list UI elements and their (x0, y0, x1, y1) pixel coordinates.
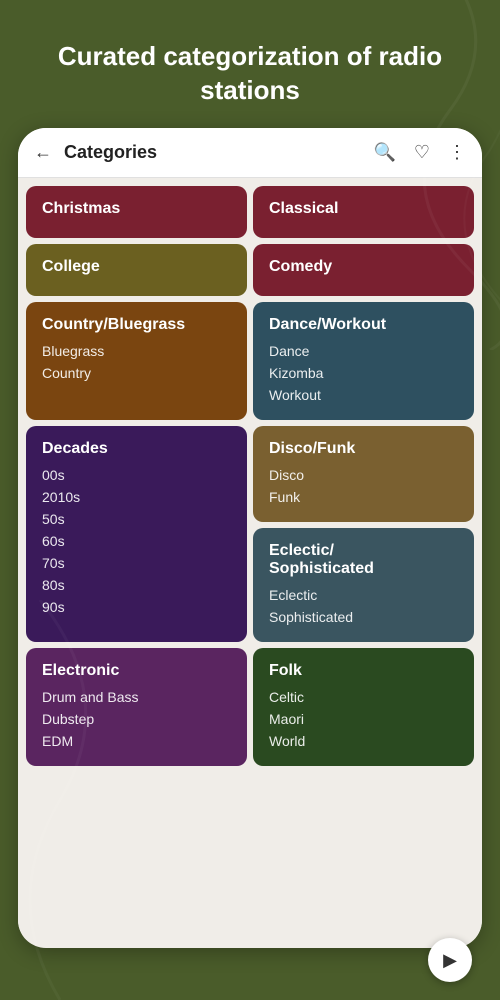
categories-grid: Christmas Classical College Comedy Count… (26, 186, 474, 766)
category-comedy[interactable]: Comedy (253, 244, 474, 296)
subcategory-workout[interactable]: Workout (269, 384, 458, 406)
subcategory-world[interactable]: World (269, 730, 458, 752)
category-label: College (42, 258, 231, 276)
subcategory-50s[interactable]: 50s (42, 508, 231, 530)
subcategory-eclectic[interactable]: Eclectic (269, 584, 458, 606)
subcategory-funk[interactable]: Funk (269, 486, 458, 508)
category-christmas[interactable]: Christmas (26, 186, 247, 238)
play-fab[interactable]: ▶ (428, 938, 472, 982)
header-action-icons: 🔍 ♡ ⋮ (373, 142, 466, 163)
subcategory-dubstep[interactable]: Dubstep (42, 708, 231, 730)
category-label: Folk (269, 662, 458, 680)
category-label: Christmas (42, 200, 231, 218)
category-label: Country/Bluegrass (42, 316, 231, 334)
subcategory-60s[interactable]: 60s (42, 530, 231, 552)
category-label: Disco/Funk (269, 440, 458, 458)
category-label: Eclectic/Sophisticated (269, 542, 458, 578)
category-classical[interactable]: Classical (253, 186, 474, 238)
category-college[interactable]: College (26, 244, 247, 296)
subcategory-80s[interactable]: 80s (42, 574, 231, 596)
subcategory-celtic[interactable]: Celtic (269, 686, 458, 708)
subcategory-drum-and-bass[interactable]: Drum and Bass (42, 686, 231, 708)
search-icon[interactable]: 🔍 (373, 142, 395, 163)
subcategory-2010s[interactable]: 2010s (42, 486, 231, 508)
category-label: Decades (42, 440, 231, 458)
subcategory-70s[interactable]: 70s (42, 552, 231, 574)
category-decades[interactable]: Decades 00s 2010s 50s 60s 70s 80s 90s (26, 426, 247, 642)
category-country-bluegrass[interactable]: Country/Bluegrass Bluegrass Country (26, 302, 247, 420)
category-electronic[interactable]: Electronic Drum and Bass Dubstep EDM (26, 648, 247, 766)
more-options-icon[interactable]: ⋮ (448, 142, 466, 163)
category-eclectic[interactable]: Eclectic/Sophisticated Eclectic Sophisti… (253, 528, 474, 642)
subcategory-edm[interactable]: EDM (42, 730, 231, 752)
subcategory-dance[interactable]: Dance (269, 340, 458, 362)
category-folk[interactable]: Folk Celtic Maori World (253, 648, 474, 766)
category-disco-funk[interactable]: Disco/Funk Disco Funk (253, 426, 474, 522)
category-label: Dance/Workout (269, 316, 458, 334)
categories-list: Christmas Classical College Comedy Count… (18, 178, 482, 944)
subcategory-sophisticated[interactable]: Sophisticated (269, 606, 458, 628)
phone-frame: ← Categories 🔍 ♡ ⋮ Christmas Classical C… (18, 128, 482, 948)
page-headline: Curated categorization of radio stations (0, 0, 500, 128)
subcategory-bluegrass[interactable]: Bluegrass (42, 340, 231, 362)
subcategory-00s[interactable]: 00s (42, 464, 231, 486)
app-header: ← Categories 🔍 ♡ ⋮ (18, 128, 482, 178)
subcategory-disco[interactable]: Disco (269, 464, 458, 486)
screen-title: Categories (64, 142, 373, 163)
category-label: Electronic (42, 662, 231, 680)
category-label: Comedy (269, 258, 458, 276)
subcategory-90s[interactable]: 90s (42, 596, 231, 618)
subcategory-country[interactable]: Country (42, 362, 231, 384)
favorites-icon[interactable]: ♡ (414, 142, 430, 163)
category-dance-workout[interactable]: Dance/Workout Dance Kizomba Workout (253, 302, 474, 420)
back-button[interactable]: ← (34, 142, 52, 163)
subcategory-kizomba[interactable]: Kizomba (269, 362, 458, 384)
subcategory-maori[interactable]: Maori (269, 708, 458, 730)
category-label: Classical (269, 200, 458, 218)
play-icon: ▶ (443, 950, 457, 971)
